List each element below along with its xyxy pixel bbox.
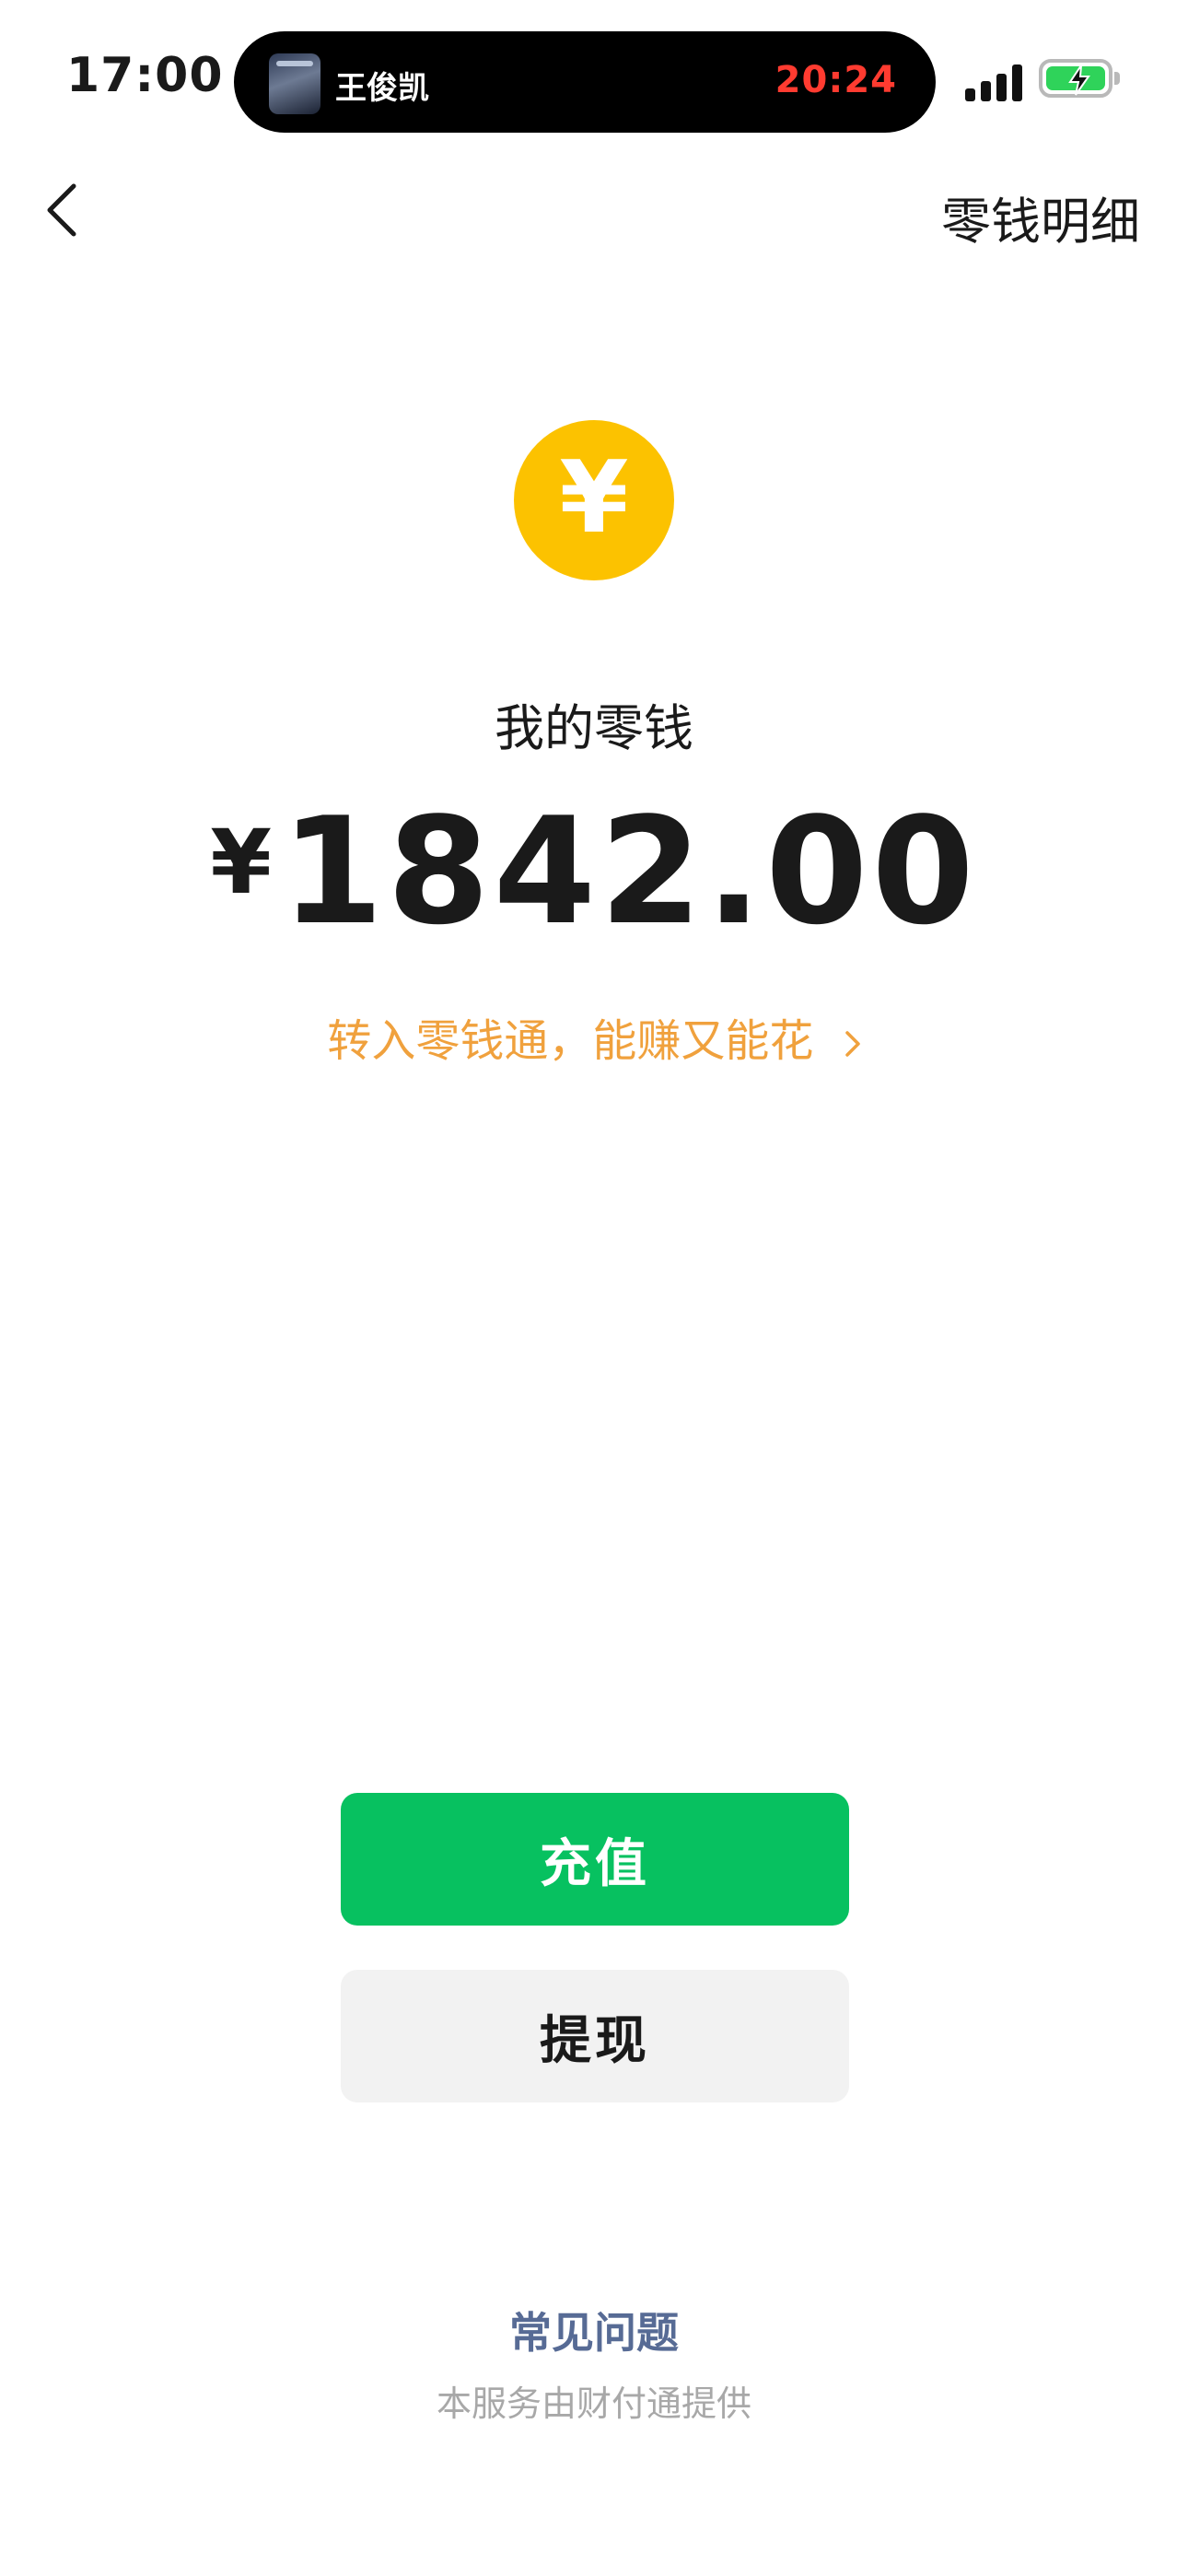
service-provider-text: 本服务由财付通提供 [436, 2383, 751, 2424]
faq-link[interactable]: 常见问题 [0, 2300, 1188, 2360]
now-playing-timer: 20:24 [775, 59, 897, 101]
recharge-button[interactable]: 充值 [341, 1793, 849, 1926]
balance-title: 我的零钱 [495, 699, 693, 757]
now-playing-artist: 王俊凯 [335, 70, 429, 107]
balance-details-link[interactable]: 零钱明细 [941, 181, 1140, 253]
chevron-right-icon [844, 1031, 860, 1057]
yuan-glyph: ¥ [559, 440, 629, 556]
signal-icon [965, 64, 1022, 101]
currency-symbol: ¥ [210, 811, 273, 914]
balance-amount: 1842.00 [281, 785, 978, 957]
status-time: 17:00 [66, 48, 224, 103]
balance-amount-row: ¥1842.00 [0, 798, 1188, 945]
wallet-coin-icon: ¥ [514, 420, 674, 580]
dynamic-island-now-playing[interactable]: 王俊凯 20:24 [234, 31, 936, 133]
withdraw-button[interactable]: 提现 [341, 1970, 849, 2102]
promo-text: 转入零钱通，能赚又能花 [327, 1015, 814, 1067]
chevron-left-icon [47, 183, 76, 237]
back-button[interactable] [41, 181, 85, 240]
battery-cap [1114, 72, 1120, 85]
promo-link[interactable]: 转入零钱通，能赚又能花 [0, 1004, 1188, 1069]
battery-charging-icon [1039, 59, 1112, 98]
album-art [269, 53, 320, 114]
